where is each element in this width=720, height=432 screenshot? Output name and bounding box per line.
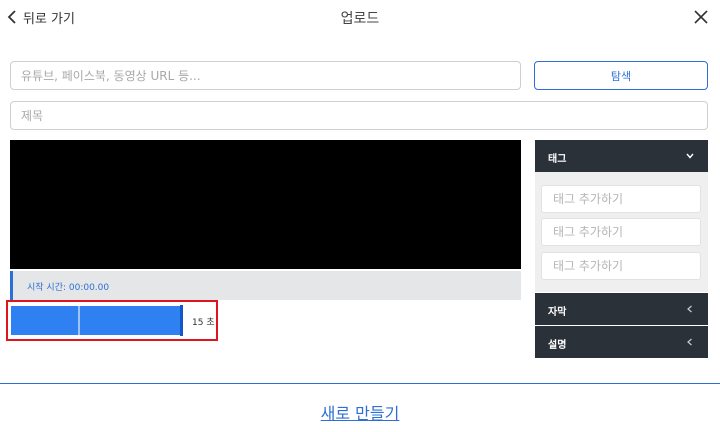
tag-input-3[interactable] bbox=[541, 252, 701, 280]
duration-label: 15 초 bbox=[192, 318, 215, 328]
page-title: 업로드 bbox=[340, 11, 380, 27]
url-input[interactable] bbox=[10, 61, 521, 90]
description-panel-header[interactable]: 설명 bbox=[535, 326, 708, 358]
search-button[interactable]: 탐색 bbox=[534, 61, 708, 90]
description-header-label: 설명 bbox=[548, 340, 567, 351]
footer-divider bbox=[0, 383, 720, 384]
create-new-link[interactable]: 새로 만들기 bbox=[0, 400, 720, 424]
title-input[interactable] bbox=[10, 101, 708, 130]
timeline-segment-divider bbox=[78, 306, 80, 335]
close-icon[interactable] bbox=[692, 8, 710, 26]
timeline-end-handle[interactable] bbox=[180, 305, 183, 336]
tag-input-1[interactable] bbox=[541, 185, 701, 213]
header-bar: 뒤로 가기 업로드 bbox=[0, 0, 720, 36]
tags-panel-header[interactable]: 태그 bbox=[535, 140, 708, 172]
tag-input-2[interactable] bbox=[541, 218, 701, 246]
start-time-bar: 시작 시간: 00:00.00 bbox=[10, 271, 521, 300]
subtitles-panel-header[interactable]: 자막 bbox=[535, 293, 708, 325]
tags-header-label: 태그 bbox=[548, 154, 567, 165]
video-player[interactable] bbox=[10, 140, 521, 269]
subtitles-header-label: 자막 bbox=[548, 307, 567, 318]
chevron-left-icon bbox=[687, 305, 692, 313]
timeline-range[interactable] bbox=[11, 306, 181, 335]
chevron-down-icon bbox=[686, 153, 694, 159]
chevron-left-icon bbox=[687, 338, 692, 346]
start-time-label: 시작 시간: 00:00.00 bbox=[27, 283, 110, 293]
